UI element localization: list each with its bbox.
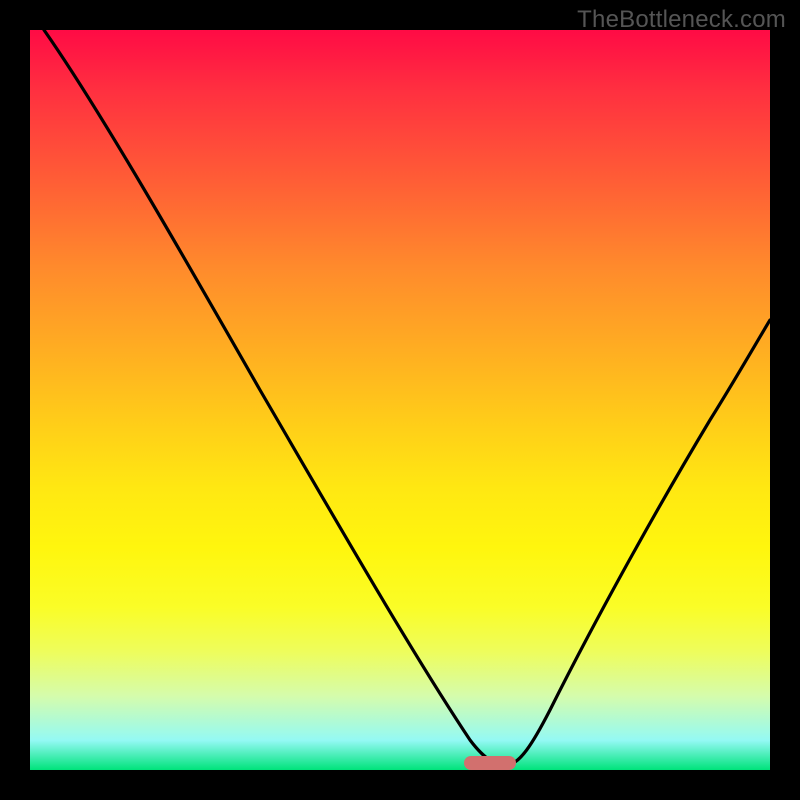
optimum-marker	[464, 756, 516, 770]
chart-frame: TheBottleneck.com	[0, 0, 800, 800]
curve-layer	[30, 30, 770, 770]
plot-area	[30, 30, 770, 770]
watermark-text: TheBottleneck.com	[577, 6, 786, 34]
bottleneck-curve	[44, 30, 770, 765]
